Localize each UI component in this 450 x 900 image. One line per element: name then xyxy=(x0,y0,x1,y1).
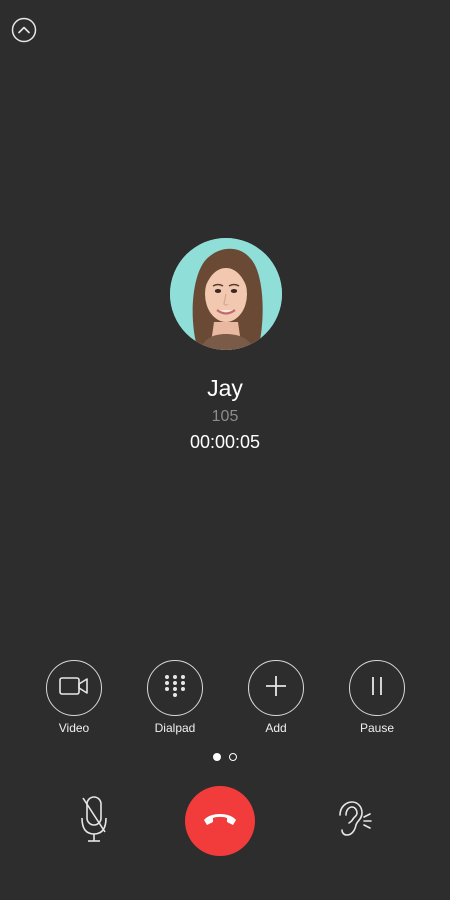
mute-button[interactable] xyxy=(72,794,116,848)
dialpad-button-circle[interactable] xyxy=(147,660,203,716)
video-button-circle[interactable] xyxy=(46,660,102,716)
call-actions: Video Dialpad Add Pause xyxy=(0,660,450,740)
page-dot-active[interactable] xyxy=(213,753,221,761)
page-indicator xyxy=(0,753,450,761)
dialpad-label: Dialpad xyxy=(154,721,196,735)
call-duration: 00:00:05 xyxy=(189,432,261,452)
pause-label: Pause xyxy=(359,721,395,735)
call-controls xyxy=(0,786,450,856)
hangup-button[interactable] xyxy=(185,786,255,856)
page-dot-inactive[interactable] xyxy=(229,753,237,761)
collapse-button[interactable] xyxy=(10,17,38,48)
chevron-up-circle-icon xyxy=(11,17,37,48)
pause-button[interactable]: Pause xyxy=(337,660,417,735)
plus-icon xyxy=(264,674,288,703)
ear-icon xyxy=(332,799,372,844)
dialpad-icon xyxy=(163,673,187,704)
video-label: Video xyxy=(58,721,90,735)
caller-avatar xyxy=(170,238,282,350)
add-call-button[interactable]: Add xyxy=(236,660,316,735)
microphone-off-icon xyxy=(79,794,109,849)
caller-name: Jay xyxy=(207,375,243,401)
video-camera-icon xyxy=(58,675,90,702)
add-call-button-circle[interactable] xyxy=(248,660,304,716)
dialpad-button[interactable]: Dialpad xyxy=(135,660,215,735)
video-button[interactable]: Video xyxy=(34,660,114,735)
pause-button-circle[interactable] xyxy=(349,660,405,716)
phone-hangup-icon xyxy=(202,809,238,834)
add-label: Add xyxy=(265,721,287,735)
earpiece-button[interactable] xyxy=(330,798,374,844)
caller-extension: 105 xyxy=(211,408,239,425)
pause-icon xyxy=(368,675,386,702)
